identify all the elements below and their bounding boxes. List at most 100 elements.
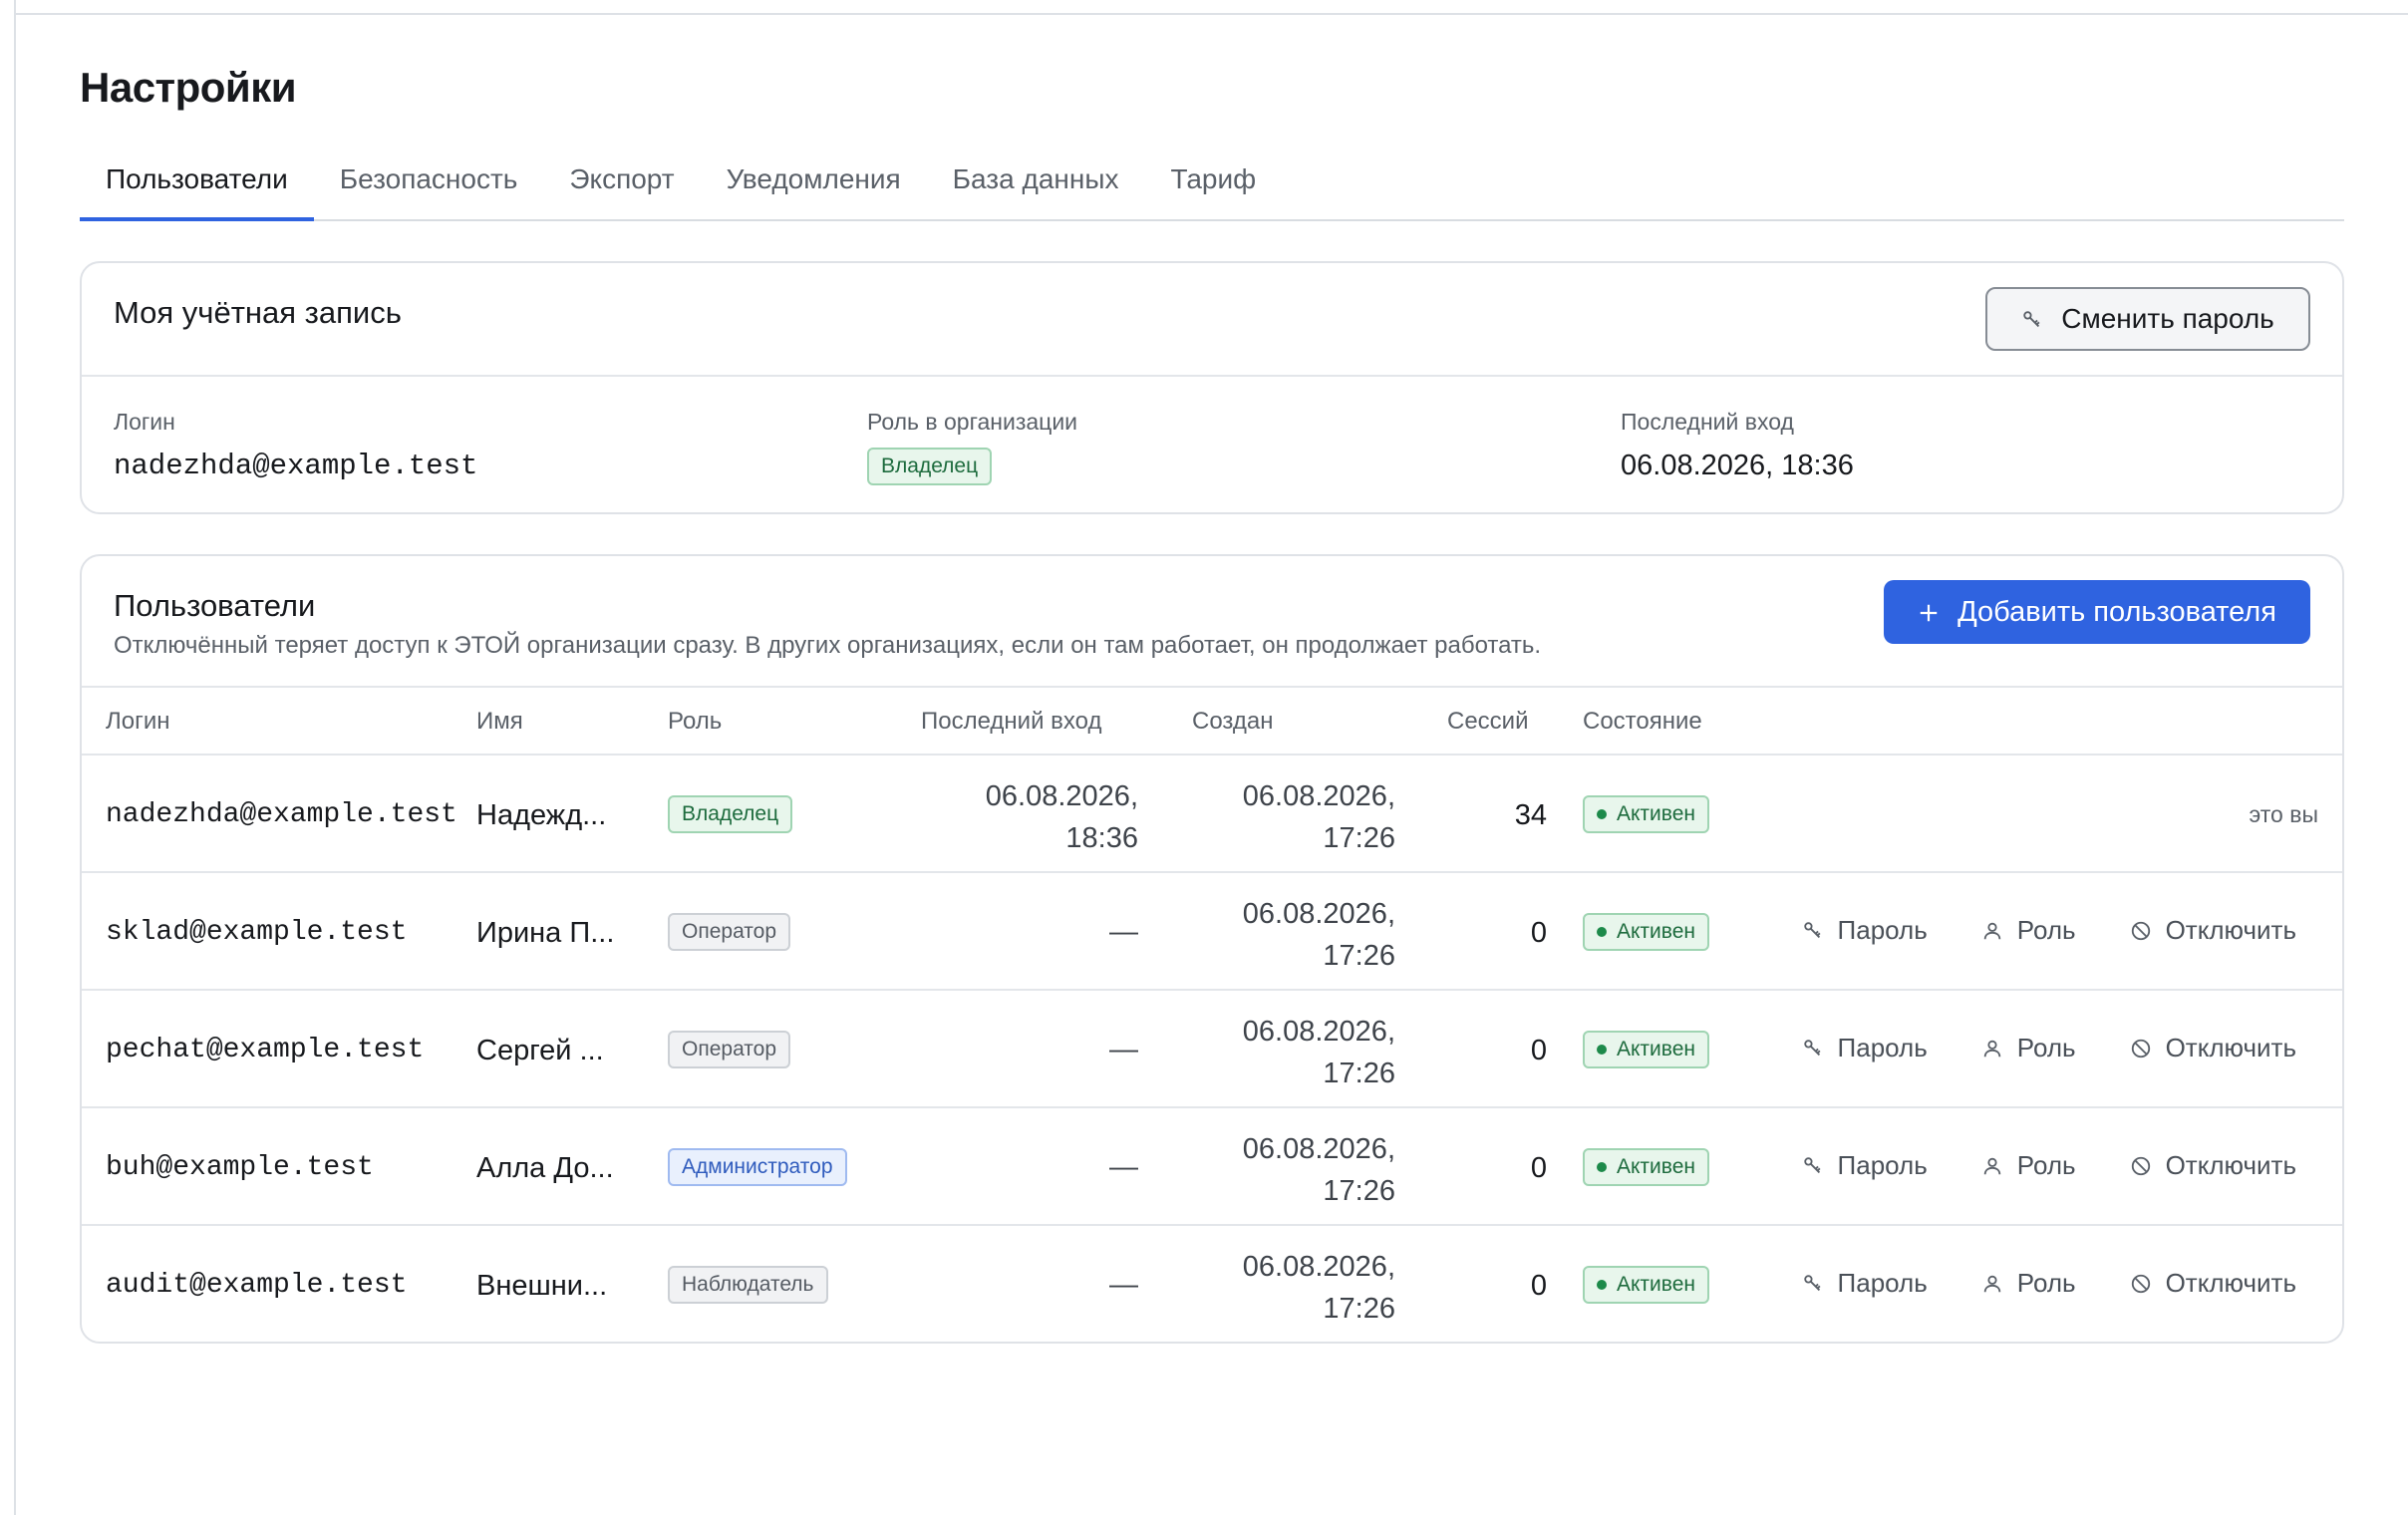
col-last-login: Последний вход [921, 708, 1102, 735]
password-action[interactable]: Пароль [1802, 915, 1928, 946]
status-badge: Активен [1583, 913, 1709, 951]
table-row: nadezhda@example.test Надежд... Владелец… [82, 756, 2342, 873]
cell-sessions: 34 [1514, 799, 1547, 831]
cell-created: 06.08.2026, 17:26 [1242, 1016, 1395, 1089]
role-action[interactable]: Роль [1981, 915, 2076, 946]
row-actions: Пароль Роль Отключить [1802, 915, 2296, 946]
cell-created: 06.08.2026, 17:26 [1242, 780, 1395, 854]
cell-name: Ирина П... [476, 917, 615, 949]
key-icon [2021, 308, 2043, 330]
tab-export[interactable]: Экспорт [543, 150, 700, 221]
add-user-button[interactable]: Добавить пользователя [1884, 580, 2310, 644]
cell-sessions: 0 [1530, 1152, 1547, 1184]
change-password-button[interactable]: Сменить пароль [1985, 287, 2310, 351]
role-action[interactable]: Роль [1981, 1150, 2076, 1181]
users-card: Пользователи Отключённый теряет доступ к… [80, 554, 2344, 1344]
role-action[interactable]: Роль [1981, 1033, 2076, 1063]
cell-last-login: — [1109, 1151, 1138, 1183]
top-divider [14, 13, 2408, 15]
role-field: Роль в организации Владелец [867, 409, 1077, 485]
role-badge: Оператор [668, 1031, 791, 1068]
role-badge: Владелец [668, 795, 793, 833]
cell-login: pechat@example.test [106, 1035, 425, 1065]
settings-tabs: Пользователи Безопасность Экспорт Уведом… [80, 150, 2344, 221]
users-table-body: nadezhda@example.test Надежд... Владелец… [82, 756, 2342, 1342]
password-action[interactable]: Пароль [1802, 1150, 1928, 1181]
cell-sessions: 0 [1530, 917, 1547, 949]
login-label: Логин [114, 409, 175, 435]
role-badge: Владелец [867, 448, 993, 485]
disable-action[interactable]: Отключить [2130, 915, 2296, 946]
ban-icon [2130, 1038, 2152, 1060]
cell-last-login: — [1109, 1034, 1138, 1065]
disable-action[interactable]: Отключить [2130, 1268, 2296, 1299]
status-badge: Активен [1583, 1266, 1709, 1304]
cell-login: audit@example.test [106, 1270, 408, 1301]
plus-icon [1918, 601, 1940, 623]
col-login: Логин [106, 708, 170, 735]
page-title: Настройки [80, 64, 297, 111]
tab-users[interactable]: Пользователи [80, 150, 314, 221]
tab-notifications[interactable]: Уведомления [701, 150, 927, 221]
cell-name: Внешни... [476, 1270, 608, 1302]
ban-icon [2130, 1273, 2152, 1295]
users-table-header: Логин Имя Роль Последний вход Создан Сес… [82, 688, 2342, 756]
ban-icon [2130, 1155, 2152, 1177]
tab-security[interactable]: Безопасность [314, 150, 544, 221]
role-label: Роль в организации [867, 409, 1078, 435]
table-row: pechat@example.test Сергей ... Оператор … [82, 991, 2342, 1108]
row-actions: Пароль Роль Отключить [1802, 1268, 2296, 1299]
tab-database[interactable]: База данных [927, 150, 1145, 221]
last-login-value: 06.08.2026, 18:36 [1621, 450, 1854, 481]
col-status: Состояние [1583, 708, 1702, 735]
cell-name: Сергей ... [476, 1035, 604, 1066]
users-title: Пользователи [114, 588, 316, 623]
col-created: Создан [1192, 708, 1274, 735]
row-actions: Пароль Роль Отключить [1802, 1150, 2296, 1181]
add-user-label: Добавить пользователя [1957, 595, 2276, 628]
cell-sessions: 0 [1530, 1270, 1547, 1302]
role-action[interactable]: Роль [1981, 1268, 2076, 1299]
cell-login: buh@example.test [106, 1152, 374, 1183]
cell-created: 06.08.2026, 17:26 [1242, 1251, 1395, 1325]
status-badge: Активен [1583, 795, 1709, 833]
cell-last-login: — [1109, 916, 1138, 948]
cell-name: Надежд... [476, 799, 607, 831]
my-account-title: Моя учётная запись [114, 295, 402, 330]
cell-last-login: 06.08.2026, 18:36 [985, 780, 1138, 854]
users-header: Пользователи Отключённый теряет доступ к… [82, 556, 2342, 688]
ban-icon [2130, 920, 2152, 942]
users-subtitle: Отключённый теряет доступ к ЭТОЙ организ… [114, 632, 1542, 659]
you-note: это вы [2249, 801, 2318, 827]
user-icon [1981, 1038, 2003, 1060]
col-sessions: Сессий [1447, 708, 1529, 735]
key-icon [1802, 1038, 1824, 1060]
tab-tariff[interactable]: Тариф [1144, 150, 1282, 221]
my-account-header: Моя учётная запись Сменить пароль [82, 263, 2342, 377]
password-action[interactable]: Пароль [1802, 1033, 1928, 1063]
key-icon [1802, 920, 1824, 942]
disable-action[interactable]: Отключить [2130, 1150, 2296, 1181]
cell-login: nadezhda@example.test [106, 799, 457, 830]
cell-created: 06.08.2026, 17:26 [1242, 1133, 1395, 1207]
user-icon [1981, 1273, 2003, 1295]
cell-name: Алла До... [476, 1152, 614, 1184]
row-actions: Пароль Роль Отключить [1802, 1033, 2296, 1063]
login-field: Логин nadezhda@example.test [114, 409, 477, 482]
last-login-field: Последний вход 06.08.2026, 18:36 [1621, 409, 1854, 482]
password-action[interactable]: Пароль [1802, 1268, 1928, 1299]
my-account-card: Моя учётная запись Сменить пароль Логин … [80, 261, 2344, 514]
col-name: Имя [476, 708, 523, 735]
last-login-label: Последний вход [1621, 409, 1794, 435]
key-icon [1802, 1155, 1824, 1177]
table-row: audit@example.test Внешни... Наблюдатель… [82, 1226, 2342, 1342]
key-icon [1802, 1273, 1824, 1295]
table-row: buh@example.test Алла До... Администрато… [82, 1108, 2342, 1226]
left-divider [14, 0, 16, 1515]
disable-action[interactable]: Отключить [2130, 1033, 2296, 1063]
change-password-label: Сменить пароль [2061, 303, 2274, 334]
table-row: sklad@example.test Ирина П... Оператор —… [82, 873, 2342, 991]
role-badge: Наблюдатель [668, 1266, 828, 1304]
user-icon [1981, 920, 2003, 942]
cell-last-login: — [1109, 1269, 1138, 1301]
